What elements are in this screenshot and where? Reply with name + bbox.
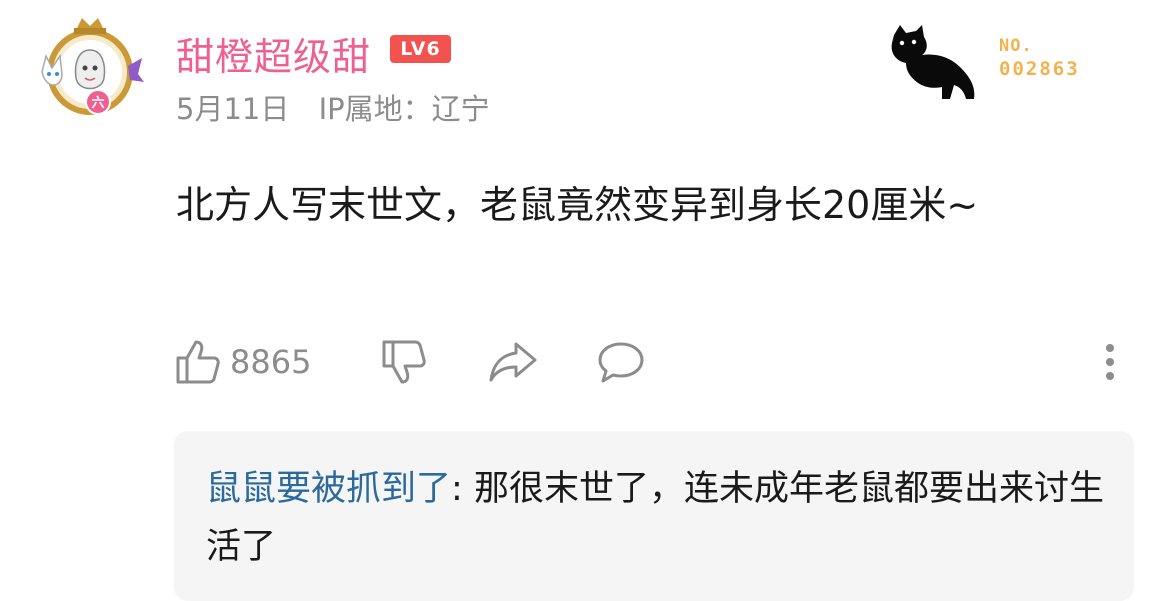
thumbs-down-icon [382, 340, 426, 384]
action-bar: 8865 [0, 334, 1170, 390]
number-badge: NO. 002863 [999, 36, 1080, 82]
more-options-button[interactable] [1100, 334, 1120, 390]
more-vertical-icon [1106, 344, 1114, 380]
reply-preview[interactable]: 鼠鼠要被抓到了: 那很末世了，连未成年老鼠都要出来讨生活了 [174, 431, 1134, 601]
ip-location: IP属地：辽宁 [318, 92, 490, 126]
level-badge: LV6 [390, 35, 451, 63]
post-date: 5月11日 [176, 92, 290, 126]
number-label: NO. [999, 36, 1033, 56]
reply-text-block: 鼠鼠要被抓到了: 那很末世了，连未成年老鼠都要出来讨生活了 [206, 460, 1106, 576]
like-count: 8865 [230, 343, 312, 381]
like-button[interactable]: 8865 [174, 334, 311, 390]
comment-icon [598, 342, 644, 383]
reply-author[interactable]: 鼠鼠要被抓到了 [206, 469, 451, 509]
share-button[interactable] [488, 334, 538, 390]
black-cat-icon [888, 25, 980, 101]
post-content: 北方人写末世文，老鼠竟然变异到身长20厘米~ [176, 183, 979, 227]
dislike-button[interactable] [380, 334, 428, 390]
thumbs-up-icon [176, 340, 220, 384]
number-value: 002863 [999, 58, 1080, 80]
avatar-badge: 六 [91, 95, 104, 111]
share-icon [489, 342, 537, 382]
user-avatar[interactable]: 六 [38, 16, 146, 120]
comment-button[interactable] [596, 334, 646, 390]
post-meta: 5月11日 IP属地：辽宁 [176, 86, 490, 128]
reply-separator: : [451, 469, 474, 509]
username[interactable]: 甜橙超级甜 [176, 26, 371, 81]
